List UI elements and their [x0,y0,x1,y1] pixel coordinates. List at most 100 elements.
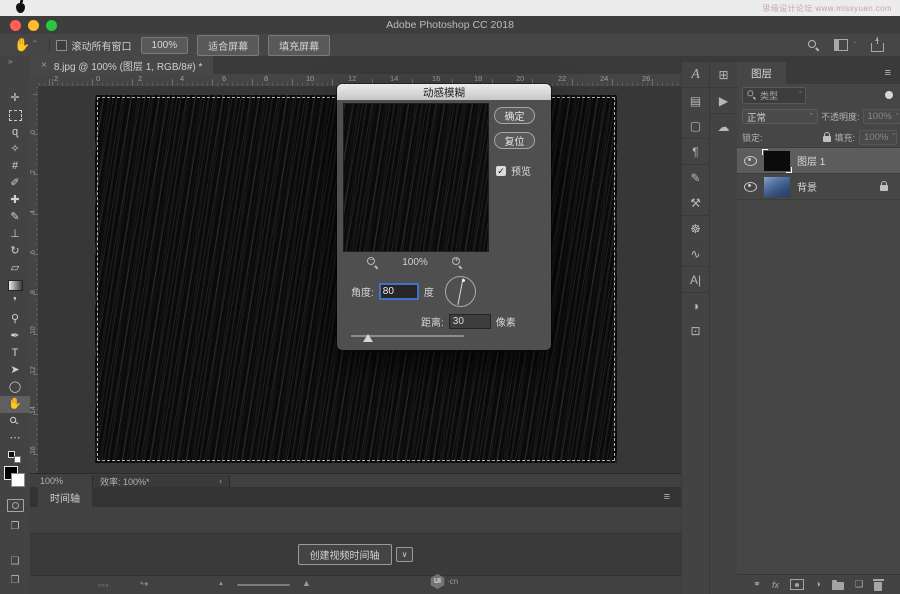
swatches-panel-icon[interactable]: ▤ [682,88,709,113]
swap-colors-icon[interactable] [0,450,30,463]
history-brush-tool[interactable]: ↻ [0,243,30,260]
preview-checkbox[interactable]: ✓ [496,166,506,176]
spot-healing-brush-tool[interactable]: ✚ [0,192,30,209]
lasso-tool[interactable]: ɋ [0,124,30,141]
layer-filter-toggle[interactable] [885,91,893,99]
apple-menu-icon[interactable] [16,3,25,13]
distance-slider[interactable] [351,331,464,342]
glyphs-panel-icon[interactable]: A [682,62,709,88]
zoom-100-button[interactable]: 100% [141,37,189,54]
character-panel-icon[interactable]: A| [682,267,709,293]
adjustments-panel-icon[interactable]: ◑ [682,293,709,318]
eyedropper-tool[interactable]: ✐ [0,175,30,192]
slider-thumb[interactable] [363,334,373,342]
delete-layer-icon[interactable] [874,582,882,591]
ok-button[interactable]: 确定 [494,107,535,124]
timeline-tab[interactable]: 时间轴 [38,487,92,507]
paragraph-panel-icon[interactable]: ¶ [682,139,709,165]
distance-input[interactable] [449,314,491,329]
opacity-dropdown[interactable]: 100% [863,109,900,124]
move-tool[interactable]: ✛ [0,90,30,107]
hand-tool-icon[interactable]: ✋ [14,37,30,53]
layers-tab[interactable]: 图层 [737,62,786,84]
quick-selection-tool[interactable]: ✧ [0,141,30,158]
create-video-timeline-button[interactable]: 创建视频时间轴 [298,544,392,565]
link-layers-icon[interactable]: ⚭ [753,579,761,590]
blend-mode-dropdown[interactable]: 正常 [742,109,818,124]
libraries-panel-icon[interactable]: ▢ [682,113,709,139]
color-swatches[interactable] [0,466,30,490]
path-selection-tool[interactable]: ➤ [0,362,30,379]
timeline-zoom-in-icon[interactable]: ▲ [302,578,311,588]
angle-input[interactable] [379,283,419,300]
dodge-tool[interactable]: ⚲ [0,311,30,328]
layer-thumbnail[interactable] [764,151,790,171]
color-panel-icon[interactable]: ☸ [682,216,709,241]
layer-thumbnail[interactable] [764,177,790,197]
背景[interactable]: 背景 [737,174,900,200]
eraser-tool[interactable]: ▱ [0,260,30,277]
type-tool[interactable]: T [0,345,30,362]
status-zoom-field[interactable]: 100% [40,476,92,486]
add-layer-mask-icon[interactable] [790,579,804,590]
paths-panel-icon[interactable]: ∿ [682,241,709,267]
new-layer-icon[interactable]: ❏ [855,579,864,590]
blur-preview[interactable] [343,103,489,252]
layer-filter-type-dropdown[interactable]: 类型 [742,87,806,104]
tool-presets-panel-icon[interactable]: ⚒ [682,190,709,216]
close-document-icon[interactable]: × [41,60,47,71]
actions-panel-icon[interactable]: ▶ [710,88,737,114]
screen-mode-option-icon[interactable]: ❑ [11,556,20,567]
crop-tool[interactable]: # [0,158,30,175]
new-group-icon[interactable] [832,582,844,590]
clone-stamp-tool[interactable]: ⊥ [0,226,30,243]
properties-panel-icon[interactable]: ⊞ [710,62,737,88]
rectangular-marquee-tool[interactable] [0,107,30,124]
gradient-tool[interactable] [0,277,30,294]
layer-visibility-eye-icon[interactable] [744,182,757,192]
layer-effects-icon[interactable]: fx [772,580,779,590]
zoom-tool[interactable]: ⚲ [0,413,30,430]
create-timeline-chevron-icon[interactable]: ∨ [396,547,414,562]
status-info-box[interactable]: 效率: 100%* › [92,475,230,488]
document-tab[interactable]: × 8.jpg @ 100% (图层 1, RGB/8#) * [30,56,213,74]
timeline-zoom-out-icon[interactable]: ▲ [218,581,224,587]
dialog-title[interactable]: 动感模糊 [337,84,551,100]
reset-button[interactable]: 复位 [494,132,535,149]
brush-tool[interactable]: ✎ [0,209,30,226]
layers-menu-icon[interactable]: ≡ [885,67,891,79]
fit-screen-button[interactable]: 适合屏幕 [197,35,259,56]
blur-tool[interactable]: ❜ [0,294,30,311]
tool-preset-chevron-icon[interactable]: ˇ [33,40,36,51]
search-icon[interactable] [808,40,819,51]
fill-dropdown[interactable]: 100% [859,130,897,145]
frames-toggle-icon[interactable]: ▫▫▫ [98,581,110,590]
scroll-all-windows-checkbox[interactable] [56,40,67,51]
status-chevron-icon[interactable]: › [219,476,222,486]
screen-mode-button[interactable]: ❐ [11,521,20,532]
lock-all-icon[interactable] [823,136,831,142]
layer-visibility-eye-icon[interactable] [744,156,757,166]
new-adjustment-layer-icon[interactable]: ◑ [815,579,821,590]
preview-zoom-out-icon[interactable]: − [367,257,378,268]
fill-screen-button[interactable]: 填充屏幕 [268,35,330,56]
workspace-switcher-icon[interactable] [834,39,848,51]
screen-mode-full-icon[interactable]: ❒ [11,575,20,586]
edit-toolbar-button[interactable]: ⋯ [0,430,30,447]
图层 1[interactable]: 图层 1 [737,148,900,174]
timeline-menu-icon[interactable]: ≡ [664,491,670,503]
pen-tool[interactable]: ✒ [0,328,30,345]
workspace-chevron-icon[interactable]: ˇ [853,41,856,50]
timeline-zoom-slider[interactable] [237,584,290,586]
background-color-swatch[interactable] [11,473,25,487]
quick-mask-mode-button[interactable] [7,499,24,512]
angle-dial[interactable] [445,276,476,307]
toolbar-expand-icon[interactable]: » [0,56,12,68]
brush-settings-panel-icon[interactable]: ✎ [682,165,709,190]
creative-cloud-icon[interactable]: ☁ [710,114,737,139]
ellipse-tool[interactable]: ◯ [0,379,30,396]
styles-panel-icon[interactable]: ⊡ [682,318,709,343]
share-image-icon[interactable] [871,43,884,52]
render-video-icon[interactable]: ↪ [140,579,148,590]
preview-zoom-in-icon[interactable]: + [452,257,463,268]
